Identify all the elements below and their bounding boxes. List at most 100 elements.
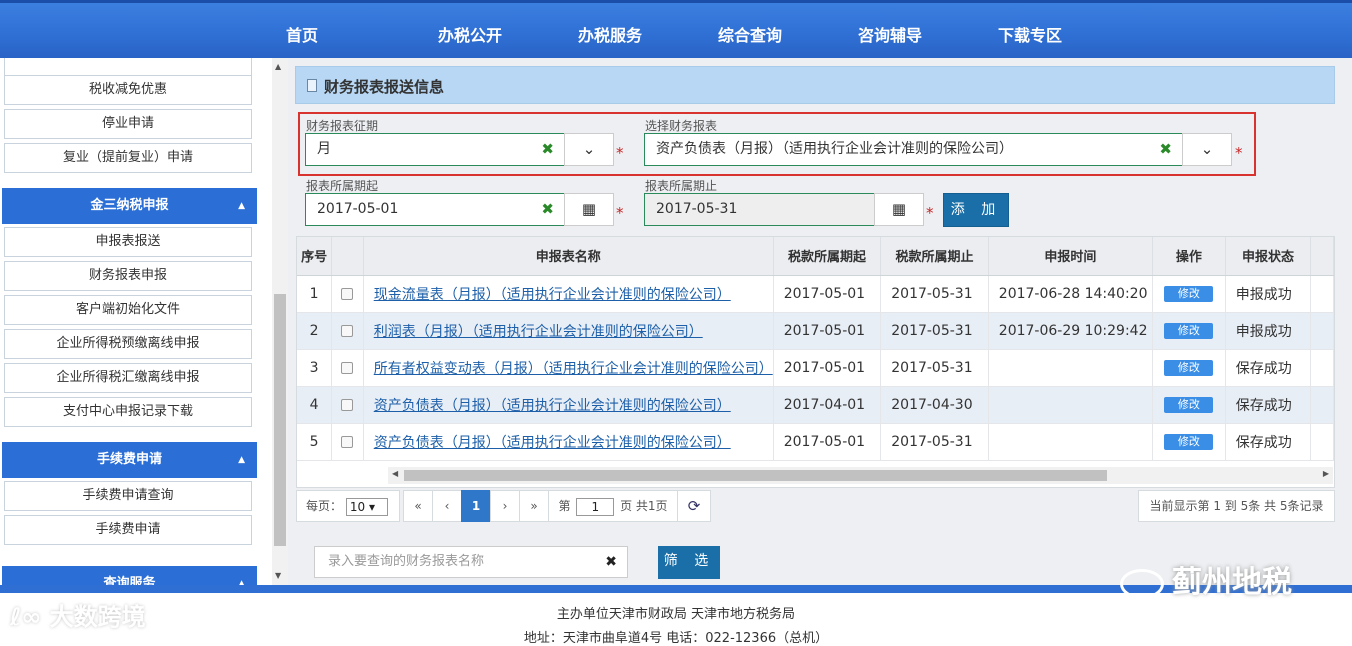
sidebar-item-annual-offline[interactable]: 企业所得税汇缴离线申报 [4,363,252,393]
watermark-right: 蓟州地税 [1120,557,1292,601]
row-action-cell: 修改 [1152,349,1226,387]
sidebar-item-resume[interactable]: 复业（提前复业）申请 [4,143,252,173]
row-start: 2017-04-01 [773,386,882,424]
sidebar-group-jinsan[interactable]: 金三纳税申报 ▲ [2,188,257,224]
start-date-picker[interactable]: ▦ [564,193,614,226]
sidebar-group-fee[interactable]: 手续费申请 ▲ [2,442,257,478]
sidebar-item-tax-relief[interactable]: 税收减免优惠 [4,75,252,105]
row-start: 2017-05-01 [773,312,882,350]
row-name-cell: 资产负债表（月报）（适用执行企业会计准则的保险公司） [363,386,774,424]
refresh-icon[interactable]: ⟳ [677,490,711,522]
sidebar-item-submit[interactable]: 申报表报送 [4,227,252,257]
report-link[interactable]: 资产负债表（月报）（适用执行企业会计准则的保险公司） [374,398,731,414]
page-size-select[interactable]: 10 ▾ [345,497,388,516]
edit-button[interactable]: 修改 [1164,286,1214,302]
sidebar-group-title: 查询服务 [103,576,156,585]
col-start[interactable]: 税款所属期起 [773,237,882,276]
row-checkbox[interactable] [341,398,354,411]
clear-icon[interactable]: ✖ [541,134,554,165]
nav-tax-service[interactable]: 办税服务 [540,3,680,61]
sidebar-item-payment-download[interactable]: 支付中心申报记录下载 [4,397,252,427]
report-link[interactable]: 所有者权益变动表（月报）（适用执行企业会计准则的保险公司） [374,361,773,377]
end-date-picker[interactable]: ▦ [874,193,924,226]
search-input[interactable]: 录入要查询的财务报表名称 ✖ [314,546,628,578]
row-name-cell: 资产负债表（月报）（适用执行企业会计准则的保险公司） [363,423,774,461]
row-checkbox[interactable] [341,361,354,374]
sidebar-item-prepay-offline[interactable]: 企业所得税预缴离线申报 [4,329,252,359]
nav-home[interactable]: 首页 [270,3,400,61]
clear-icon[interactable]: ✖ [541,194,554,225]
first-page-button[interactable]: « [403,490,433,522]
row-no: 3 [297,349,333,387]
required-mark: * [926,204,934,222]
row-checkbox[interactable] [341,435,354,448]
report-dropdown-button[interactable]: ⌄ [1182,133,1232,166]
report-link[interactable]: 现金流量表（月报）（适用执行企业会计准则的保险公司） [374,287,731,303]
sidebar-item-fee-apply[interactable]: 手续费申请 [4,515,252,545]
page-size: 每页： 10 ▾ [296,490,400,522]
scroll-right-icon[interactable]: ▶ [1323,469,1329,478]
row-checkbox[interactable] [341,287,354,300]
scroll-up-icon[interactable]: ▲ [275,62,281,71]
row-check-cell [331,312,364,350]
nav-query[interactable]: 综合查询 [680,3,820,61]
current-page-button[interactable]: 1 [461,490,491,522]
edit-button[interactable]: 修改 [1164,434,1214,450]
search-placeholder: 录入要查询的财务报表名称 [328,554,485,569]
edit-button[interactable]: 修改 [1164,323,1214,339]
prev-page-button[interactable]: ‹ [432,490,462,522]
document-icon [307,79,317,92]
period-dropdown-button[interactable]: ⌄ [564,133,614,166]
clear-icon[interactable]: ✖ [605,547,617,577]
row-time [988,349,1153,387]
table-row: 2 利润表（月报）（适用执行企业会计准则的保险公司） 2017-05-01 20… [297,312,1334,350]
row-start: 2017-05-01 [773,275,882,313]
nav-download[interactable]: 下载专区 [960,3,1100,61]
sidebar-item-financial[interactable]: 财务报表申报 [4,261,252,291]
horizontal-scrollbar[interactable]: ◀ ▶ [388,467,1333,484]
chevron-down-icon: ⌄ [582,140,596,158]
row-start: 2017-05-01 [773,423,882,461]
col-status[interactable]: 申报状态 [1225,237,1312,276]
row-time [988,386,1153,424]
sidebar-item-suspend[interactable]: 停业申请 [4,109,252,139]
nav-tax-public[interactable]: 办税公开 [400,3,540,61]
scroll-thumb[interactable] [404,470,1107,481]
col-time[interactable]: 申报时间 [988,237,1153,276]
col-end[interactable]: 税款所属期止 [880,237,989,276]
sidebar-group-query[interactable]: 查询服务 ▲ [2,566,257,585]
row-time: 2017-06-29 10:29:42 [988,312,1153,350]
panel-header: 财务报表报送信息 [295,66,1335,104]
edit-button[interactable]: 修改 [1164,397,1214,413]
scroll-down-icon[interactable]: ▼ [275,571,281,580]
period-select[interactable]: 月 ✖ [305,133,565,166]
next-page-button[interactable]: › [490,490,520,522]
row-action-cell: 修改 [1152,312,1226,350]
add-button[interactable]: 添 加 [943,193,1009,227]
report-link[interactable]: 利润表（月报）（适用执行企业会计准则的保险公司） [374,324,703,340]
filter-button[interactable]: 筛 选 [658,546,720,579]
caret-up-icon: ▲ [238,201,245,211]
sidebar: 税收减免优惠 停业申请 复业（提前复业）申请 金三纳税申报 ▲ 申报表报送 财务报… [0,58,260,585]
start-date-input[interactable]: 2017-05-01 ✖ [305,193,565,226]
col-check [331,237,364,276]
row-checkbox[interactable] [341,324,354,337]
nav-consult[interactable]: 咨询辅导 [820,3,960,61]
sidebar-item-client-init[interactable]: 客户端初始化文件 [4,295,252,325]
report-link[interactable]: 资产负债表（月报）（适用执行企业会计准则的保险公司） [374,435,731,451]
page-input[interactable]: 1 [576,497,615,516]
wechat-icon [1120,568,1164,599]
report-select[interactable]: 资产负债表（月报）（适用执行企业会计准则的保险公司） ✖ [644,133,1183,166]
edit-button[interactable]: 修改 [1164,360,1214,376]
col-name[interactable]: 申报表名称 [363,237,774,276]
sidebar-item-fee-query[interactable]: 手续费申请查询 [4,481,252,511]
vertical-scrollbar[interactable]: ▲ ▼ [272,58,288,585]
scroll-left-icon[interactable]: ◀ [392,469,398,478]
row-extra [1310,386,1334,424]
clear-icon[interactable]: ✖ [1159,134,1172,165]
row-name-cell: 利润表（月报）（适用执行企业会计准则的保险公司） [363,312,774,350]
row-action-cell: 修改 [1152,275,1226,313]
last-page-button[interactable]: » [519,490,549,522]
data-table: 序号 申报表名称 税款所属期起 税款所属期止 申报时间 操作 申报状态 1 现金… [297,237,1334,461]
scroll-thumb[interactable] [274,294,286,546]
